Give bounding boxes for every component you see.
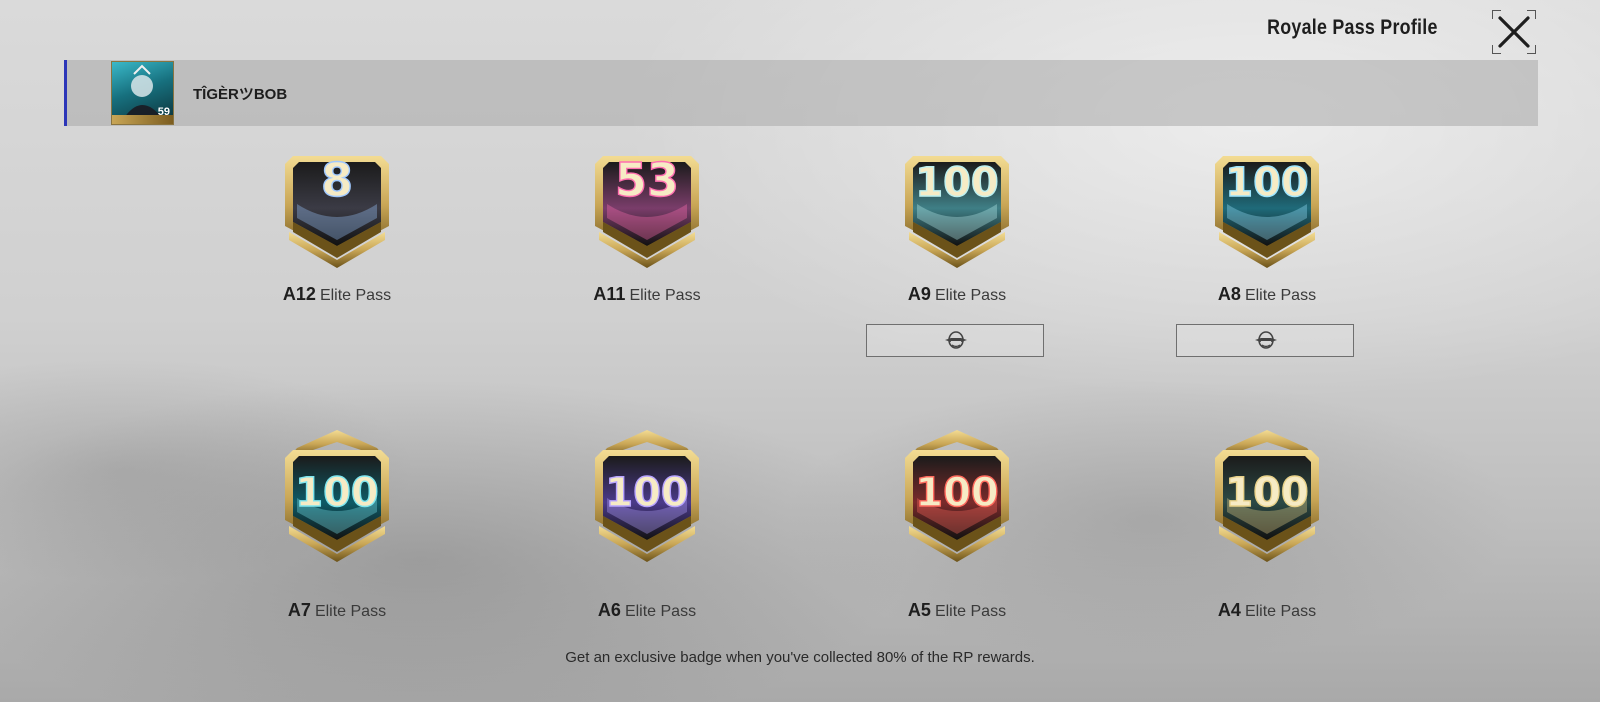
season-badge-icon: 100 bbox=[905, 156, 1009, 268]
badge-label: A7 Elite Pass bbox=[247, 600, 427, 621]
badge-card[interactable]: 100 A4 Elite Pass bbox=[1177, 428, 1357, 621]
badge-label: A5 Elite Pass bbox=[867, 600, 1047, 621]
avatar[interactable]: 59 bbox=[111, 61, 174, 125]
season-code: A6 bbox=[597, 600, 621, 620]
emblem-button[interactable] bbox=[866, 324, 1044, 357]
pass-tier: Elite Pass bbox=[629, 287, 701, 304]
helmet-wings-icon bbox=[945, 331, 967, 349]
pass-tier: Elite Pass bbox=[314, 603, 387, 620]
pass-tier: Elite Pass bbox=[1244, 603, 1317, 620]
season-badge-icon: 100 bbox=[1215, 430, 1319, 562]
season-code: A4 bbox=[1217, 600, 1241, 620]
season-code: A11 bbox=[593, 284, 626, 304]
season-code: A8 bbox=[1217, 284, 1241, 304]
season-code: A7 bbox=[287, 600, 311, 620]
badge-card[interactable]: 8 A12 Elite Pass bbox=[247, 138, 427, 328]
badge-label: A8 Elite Pass bbox=[1177, 284, 1357, 305]
emblem-button[interactable] bbox=[1176, 324, 1354, 357]
pass-tier: Elite Pass bbox=[624, 603, 697, 620]
badge-label: A4 Elite Pass bbox=[1177, 600, 1357, 621]
badge-card[interactable]: 100 A6 Elite Pass bbox=[557, 428, 737, 621]
season-badge-icon: 100 bbox=[1215, 156, 1319, 268]
season-badge-icon: 8 bbox=[285, 152, 389, 268]
pass-tier: Elite Pass bbox=[1244, 287, 1317, 304]
badge-card[interactable]: 100 A8 Elite Pass bbox=[1177, 138, 1357, 328]
avatar-level: 59 bbox=[157, 106, 170, 118]
corner-mark bbox=[1527, 10, 1536, 19]
badge-number: 100 bbox=[915, 160, 999, 206]
corner-mark bbox=[1527, 45, 1536, 54]
page-title: Royale Pass Profile bbox=[1267, 16, 1438, 39]
season-badge-icon: 53 bbox=[595, 152, 699, 268]
close-button[interactable] bbox=[1492, 10, 1536, 54]
badge-label: A11 Elite Pass bbox=[557, 284, 737, 305]
pass-tier: Elite Pass bbox=[934, 603, 1007, 620]
season-badge-icon: 100 bbox=[285, 430, 389, 562]
season-badge-icon: 100 bbox=[905, 430, 1009, 562]
badge-label: A9 Elite Pass bbox=[867, 284, 1047, 305]
season-code: A5 bbox=[907, 600, 931, 620]
rp-reward-note: Get an exclusive badge when you've colle… bbox=[565, 649, 1035, 666]
badge-label: A12 Elite Pass bbox=[247, 284, 427, 305]
corner-mark bbox=[1492, 10, 1501, 19]
player-name: TÎGÈRツBOB bbox=[193, 86, 288, 103]
helmet-wings-icon bbox=[1255, 331, 1277, 349]
badge-card[interactable]: 100 A5 Elite Pass bbox=[867, 428, 1047, 621]
season-code: A12 bbox=[282, 284, 316, 304]
badge-number: 100 bbox=[1225, 160, 1309, 206]
badge-number: 8 bbox=[321, 153, 353, 207]
corner-mark bbox=[1492, 45, 1501, 54]
badge-number: 100 bbox=[915, 470, 999, 516]
profile-bar: 59 TÎGÈRツBOB bbox=[64, 60, 1538, 126]
badge-label: A6 Elite Pass bbox=[557, 600, 737, 621]
pass-tier: Elite Pass bbox=[934, 287, 1007, 304]
pass-tier: Elite Pass bbox=[319, 287, 392, 304]
badge-number: 100 bbox=[605, 470, 689, 516]
badge-number: 100 bbox=[1225, 470, 1309, 516]
badge-card[interactable]: 100 A7 Elite Pass bbox=[247, 428, 427, 621]
season-badge-icon: 100 bbox=[595, 430, 699, 562]
badge-card[interactable]: 100 A9 Elite Pass bbox=[867, 138, 1047, 328]
badge-number: 53 bbox=[615, 153, 679, 207]
season-code: A9 bbox=[907, 284, 931, 304]
badge-card[interactable]: 53 A11 Elite Pass bbox=[557, 138, 737, 328]
badge-number: 100 bbox=[295, 470, 379, 516]
